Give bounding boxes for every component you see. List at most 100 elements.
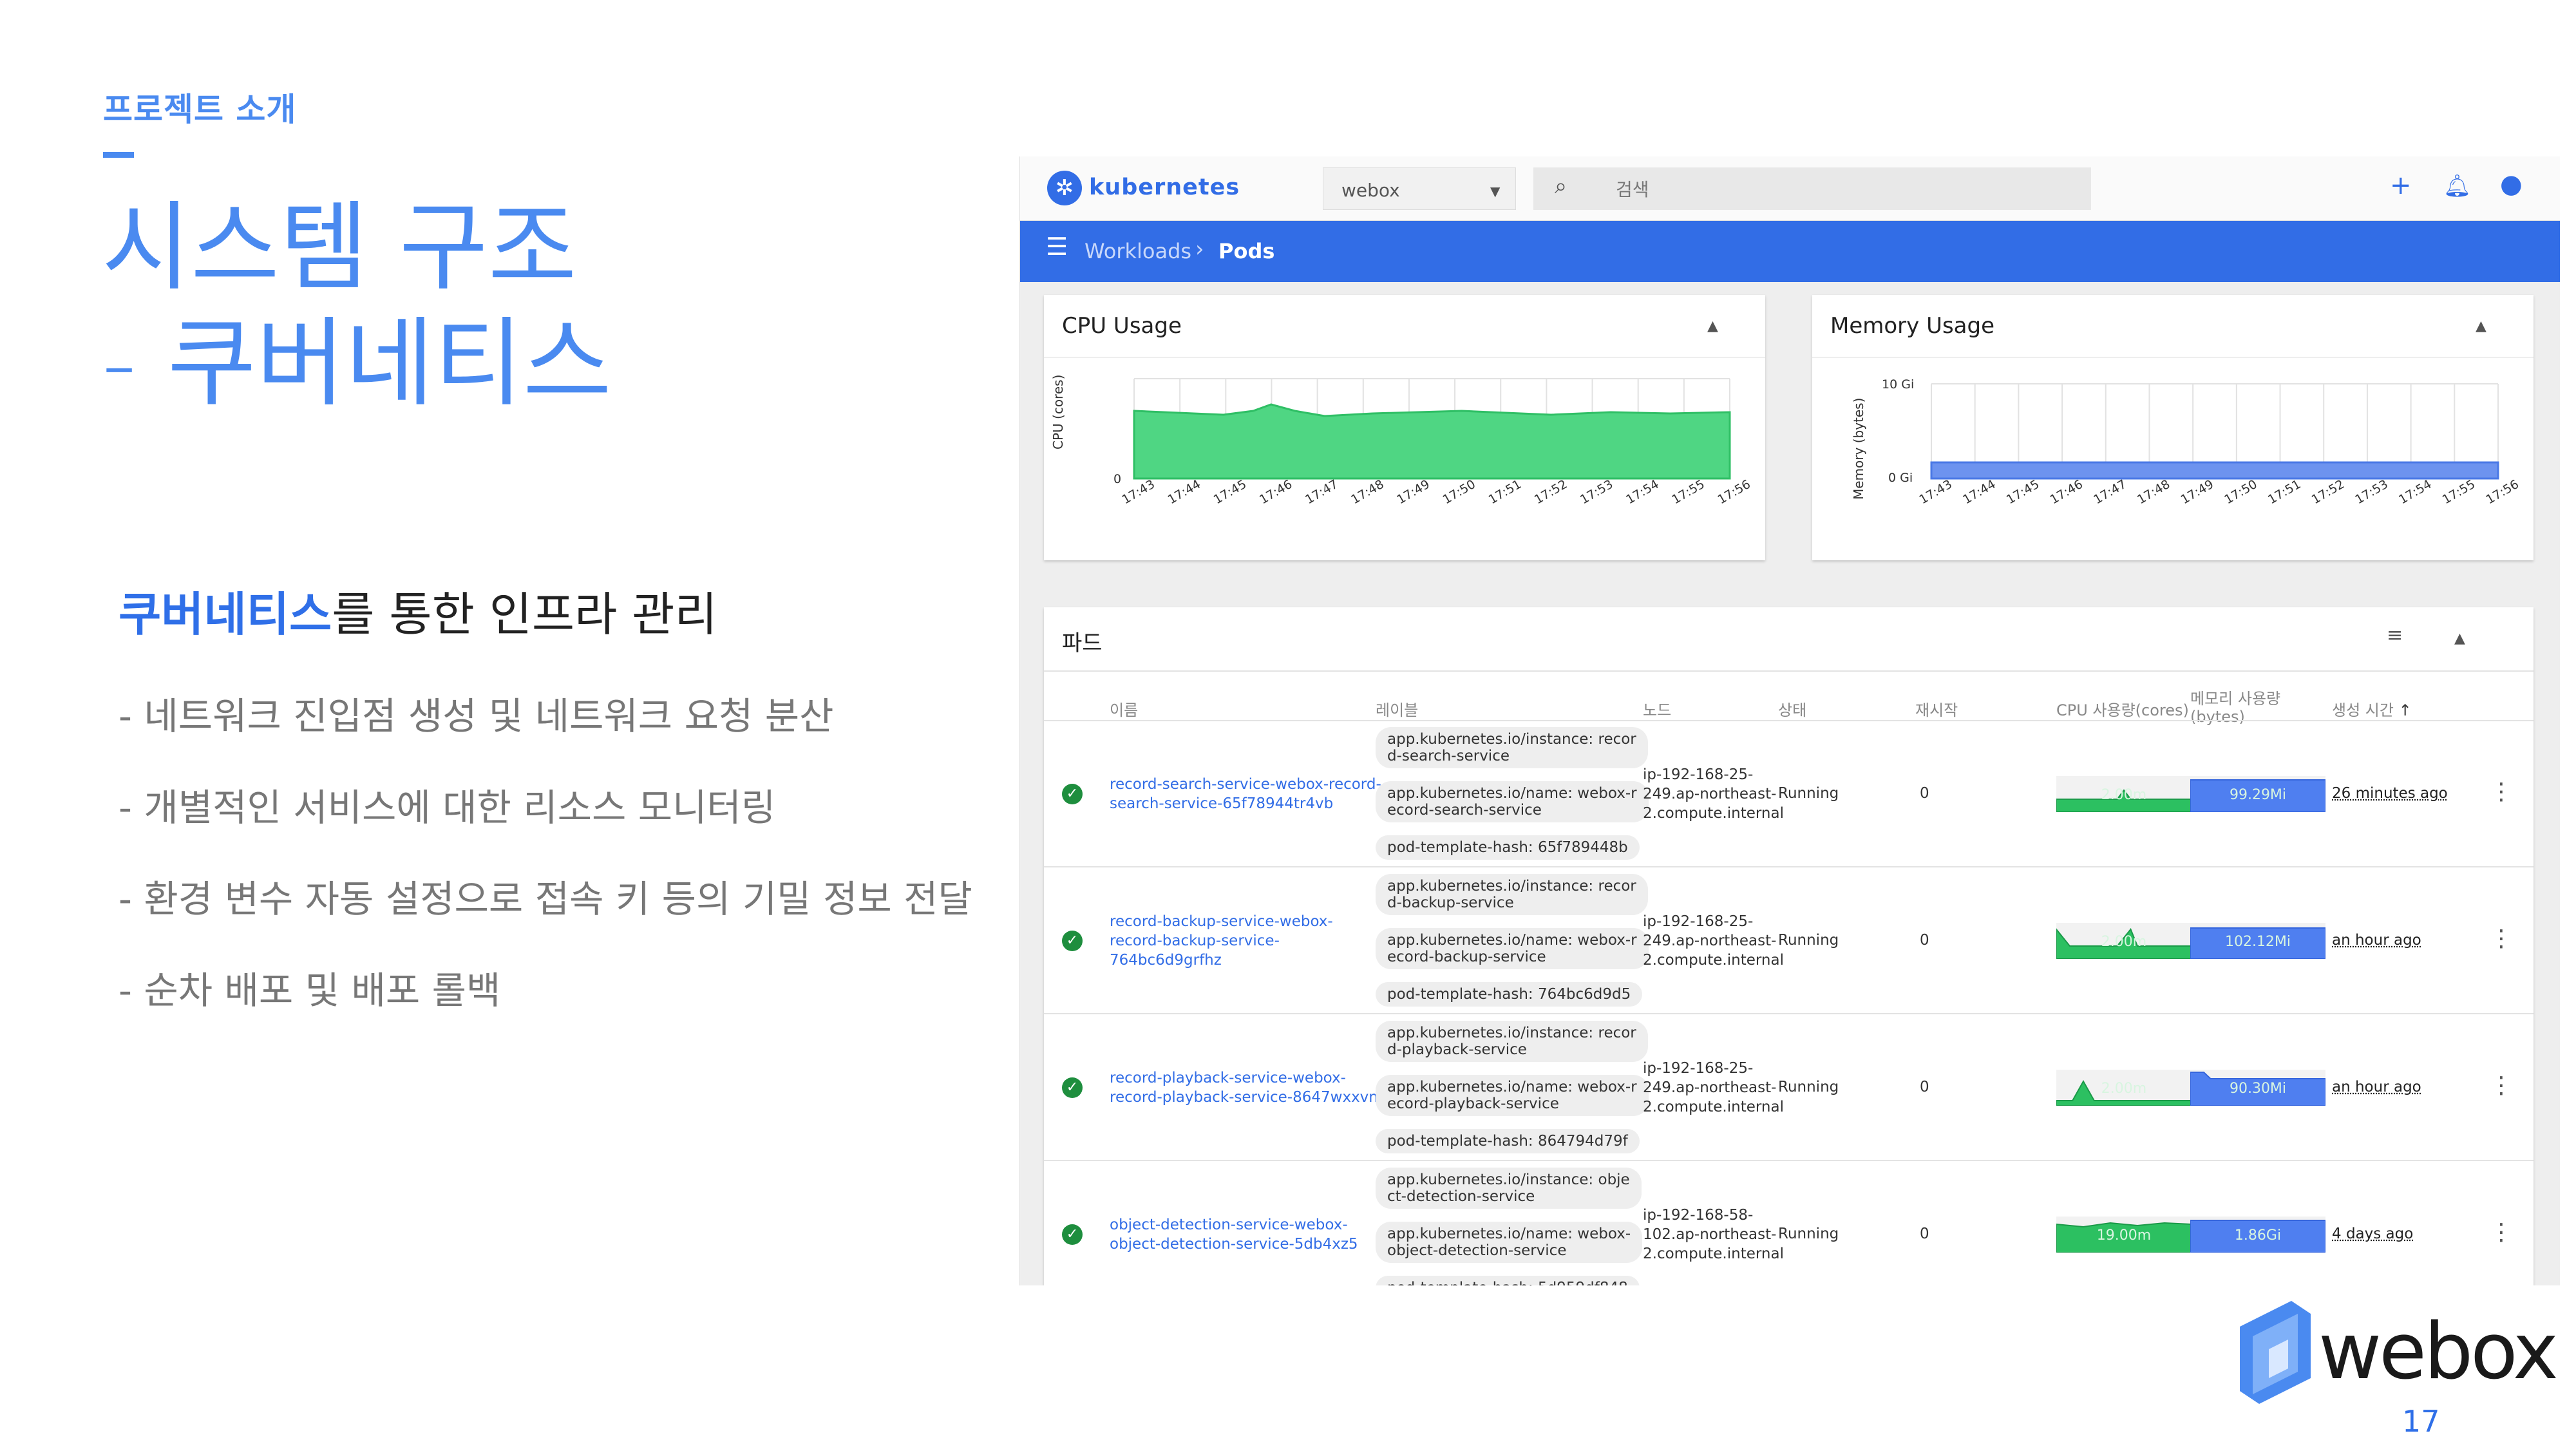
label-chip: app.kubernetes.io/instance: recor d-sear… (1376, 727, 1648, 768)
subtitle-rest: 를 통한 인프라 관리 (332, 587, 717, 641)
cpu-sparkline: 2.00m (2056, 923, 2192, 959)
cpu-area (1133, 403, 1731, 480)
col-name[interactable]: 이름 (1110, 697, 1138, 720)
app-name[interactable]: kubernetes (1089, 175, 1240, 200)
memory-card-title: Memory Usage (1830, 313, 1995, 339)
namespace-select[interactable]: webox (1323, 167, 1516, 210)
x-tick-label: 17:44 (1166, 477, 1203, 507)
memory-usage-card: Memory Usage ▲ Memory (bytes) 17:43 17:44… (1812, 295, 2533, 560)
created-time[interactable]: 26 minutes ago (2332, 785, 2448, 802)
more-vert-icon[interactable]: ⋮ (2490, 925, 2513, 952)
x-tick-label: 17:51 (1486, 477, 1524, 507)
cpu-sparkline: 2.00m (2056, 1070, 2192, 1106)
x-tick-label: 17:50 (1441, 477, 1478, 507)
x-tick-label: 17:52 (1532, 477, 1569, 507)
x-tick-label: 17:45 (1211, 477, 1249, 507)
check-circle-icon: ✓ (1062, 1077, 1083, 1098)
table-row[interactable]: ✓ record-search-service-webox-record- se… (1044, 721, 2533, 867)
subtitle: 쿠버네티스를 통한 인프라 관리 (118, 576, 717, 644)
bell-icon[interactable]: 🔔︎ (2443, 173, 2471, 199)
x-tick-label: 17:51 (2266, 477, 2303, 507)
created-time[interactable]: an hour ago (2332, 932, 2421, 949)
x-tick-label: 17:53 (2353, 477, 2390, 507)
x-tick-label: 17:43 (1120, 477, 1157, 507)
kubernetes-logo-icon[interactable]: ✲ (1047, 171, 1082, 205)
pods-card: 파드 ≡ ▲ 이름 레이블 노드 상태 재시작 CPU 사용량(cores) 메… (1044, 607, 2533, 1285)
node-name[interactable]: ip-192-168-25- 249.ap-northeast- 2.compu… (1643, 765, 1784, 823)
chevron-up-icon[interactable]: ▲ (1707, 318, 1718, 334)
cpu-sparkline-value: 2.00m (2101, 934, 2146, 950)
more-vert-icon[interactable]: ⋮ (2490, 1072, 2513, 1099)
x-tick-label: 17:49 (1394, 477, 1432, 507)
breadcrumb-workloads[interactable]: Workloads (1084, 239, 1191, 263)
status-text: Running (1778, 785, 1839, 802)
node-name[interactable]: ip-192-168-25- 249.ap-northeast- 2.compu… (1643, 1059, 1784, 1117)
x-tick-label: 17:49 (2179, 477, 2216, 507)
label-chip: pod-template-hash: 764bc6d9d5 (1376, 982, 1643, 1007)
cpu-chart: 17:43 17:44 17:45 17:46 17:47 17:48 17:49 17:50… (1113, 378, 1753, 507)
chevron-up-icon[interactable]: ▲ (2454, 630, 2465, 647)
memory-sparkline-value: 99.29Mi (2230, 787, 2286, 803)
x-tick-label: 17:43 (1917, 477, 1955, 507)
label-chip: pod-template-hash: 5d959df848 (1376, 1276, 1640, 1285)
section-label: 프로젝트 소개 (103, 91, 297, 128)
slide: 프로젝트 소개 시스템 구조 - 쿠버네티스 쿠버네티스를 통한 인프라 관리 … (0, 0, 2576, 1449)
title-accent-bar (103, 152, 134, 158)
menu-icon[interactable]: ☰ (1046, 232, 1068, 261)
more-vert-icon[interactable]: ⋮ (2490, 1219, 2513, 1245)
title-line-1: 시스템 구조 (102, 192, 577, 304)
x-tick-label: 17:45 (2004, 477, 2041, 507)
filter-icon[interactable]: ≡ (2387, 624, 2403, 647)
pod-name-link[interactable]: record-backup-service-webox- record-back… (1110, 912, 1333, 970)
col-node: 노드 (1643, 701, 1672, 719)
restart-count: 0 (1920, 1226, 1929, 1242)
x-tick-label: 17:55 (1669, 477, 1707, 507)
pod-name-link[interactable]: record-search-service-webox-record- sear… (1110, 775, 1381, 813)
col-created[interactable]: 생성 시간 ↑ (2332, 697, 2412, 720)
cpu-sparkline: 19.00m (2056, 1217, 2192, 1253)
status-text: Running (1778, 1226, 1839, 1242)
x-tick-label: 17:44 (1960, 477, 1998, 507)
memory-sparkline-value: 90.30Mi (2230, 1081, 2286, 1097)
label-chip: app.kubernetes.io/name: webox-r ecord-ba… (1376, 928, 1649, 969)
memory-y-tick: 10 Gi (1882, 377, 1914, 392)
pod-name-link[interactable]: record-playback-service-webox- record-pl… (1110, 1068, 1383, 1107)
arrow-up-icon: ↑ (2398, 701, 2412, 719)
more-vert-icon[interactable]: ⋮ (2490, 779, 2513, 805)
page-number: 17 (2402, 1404, 2440, 1439)
plus-icon[interactable]: + (2390, 171, 2412, 200)
label-chip: app.kubernetes.io/name: webox-r ecord-pl… (1376, 1075, 1649, 1116)
x-tick-label: 17:48 (1349, 477, 1386, 507)
node-name[interactable]: ip-192-168-58- 102.ap-northeast- 2.compu… (1643, 1206, 1784, 1264)
caret-down-icon: ▼ (1490, 184, 1501, 199)
col-labels: 레이블 (1376, 701, 1419, 719)
account-icon[interactable]: ● (2500, 169, 2523, 199)
restart-count: 0 (1920, 1079, 1929, 1095)
table-row[interactable]: ✓ object-detection-service-webox- object… (1044, 1161, 2533, 1285)
breadcrumb-pods: Pods (1218, 239, 1275, 263)
memory-sparkline: 102.12Mi (2190, 923, 2325, 959)
card-divider (1044, 357, 1765, 358)
memory-sparkline-value: 102.12Mi (2225, 934, 2291, 950)
label-chip: app.kubernetes.io/instance: recor d-play… (1376, 1021, 1648, 1062)
card-divider (1812, 357, 2533, 358)
col-created-label: 생성 시간 (2332, 701, 2394, 719)
cpu-usage-card: CPU Usage ▲ CPU (cores) 17:43 17:44 17:45 1… (1044, 295, 1765, 560)
table-row[interactable]: ✓ record-backup-service-webox- record-ba… (1044, 867, 2533, 1014)
x-tick-label: 17:46 (1257, 477, 1294, 507)
created-time[interactable]: an hour ago (2332, 1079, 2421, 1095)
table-row[interactable]: ✓ record-playback-service-webox- record-… (1044, 1014, 2533, 1161)
memory-area (1930, 461, 2499, 480)
chevron-up-icon[interactable]: ▲ (2476, 318, 2486, 334)
restart-count: 0 (1920, 932, 1929, 949)
status-text: Running (1778, 932, 1839, 949)
check-circle-icon: ✓ (1062, 1224, 1083, 1245)
subtitle-highlight: 쿠버네티스 (118, 587, 332, 641)
created-time[interactable]: 4 days ago (2332, 1226, 2413, 1242)
memory-sparkline: 1.86Gi (2190, 1217, 2325, 1253)
x-tick-label: 17:56 (1716, 477, 1753, 507)
pod-name-link[interactable]: object-detection-service-webox- object-d… (1110, 1215, 1358, 1254)
x-tick-label: 17:54 (1624, 477, 1661, 507)
node-name[interactable]: ip-192-168-25- 249.ap-northeast- 2.compu… (1643, 912, 1784, 970)
cpu-sparkline: 2.00m (2056, 776, 2192, 812)
